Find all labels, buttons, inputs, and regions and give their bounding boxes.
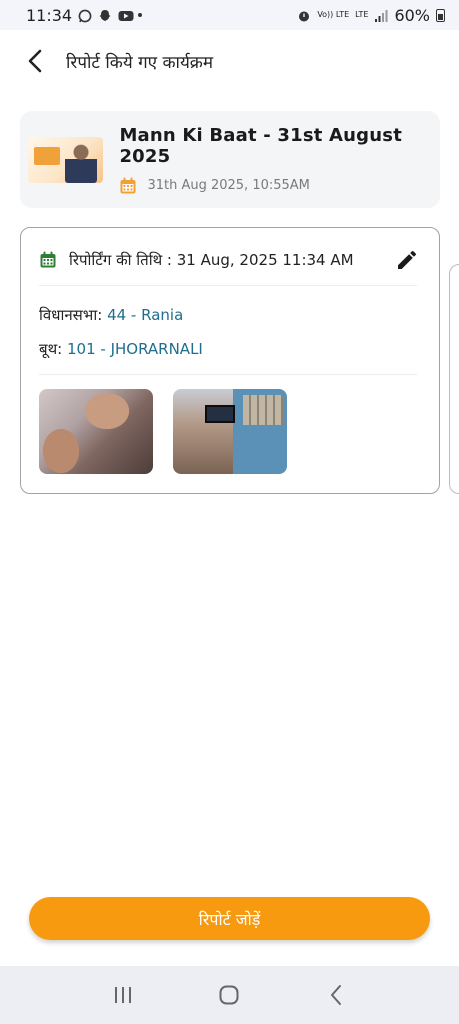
divider xyxy=(39,374,417,375)
program-thumbnail xyxy=(28,136,104,183)
report-header: रिपोर्टिंग की तिथि : 31 Aug, 2025 11:34 … xyxy=(39,248,421,272)
app-bar: रिपोर्ट किये गए कार्यक्रम xyxy=(0,30,459,92)
back-icon xyxy=(330,985,341,1005)
assembly-row: विधानसभा: 44 - Rania xyxy=(39,305,183,325)
program-title: Mann Ki Baat - 31st August 2025 xyxy=(119,124,402,167)
reporting-date: रिपोर्टिंग की तिथि : 31 Aug, 2025 11:34 … xyxy=(69,251,354,269)
back-button[interactable] xyxy=(22,47,50,75)
program-date-row: 31th Aug 2025, 10:55AM xyxy=(119,177,440,195)
status-time: 11:34 xyxy=(26,5,73,25)
home-button[interactable] xyxy=(209,975,249,1015)
status-right: Vo)) LTE LTE 60% xyxy=(297,6,445,25)
report-photo[interactable] xyxy=(39,389,153,474)
booth-value: 101 - JHORARNALI xyxy=(67,340,203,358)
battery-percent: 60% xyxy=(394,5,430,25)
status-bar: 11:34 Vo)) LTE LTE 60% xyxy=(0,0,459,30)
recent-apps-button[interactable] xyxy=(103,975,143,1015)
lte-indicator: LTE xyxy=(355,10,369,19)
thumbnail-person xyxy=(65,138,98,183)
add-report-button[interactable]: रिपोर्ट जोड़ें xyxy=(29,897,430,940)
photo-detail xyxy=(205,405,235,423)
notification-dot-icon xyxy=(138,13,143,17)
signal-icon xyxy=(374,8,388,22)
chevron-left-icon xyxy=(28,49,42,73)
status-left: 11:34 xyxy=(26,5,143,25)
whatsapp-icon xyxy=(78,8,92,23)
side-panel-peek[interactable] xyxy=(449,264,459,494)
calendar-icon xyxy=(40,251,56,268)
volte-indicator: Vo)) LTE xyxy=(317,10,350,19)
divider xyxy=(39,285,417,286)
assembly-label: विधानसभा: xyxy=(39,306,103,324)
battery-icon xyxy=(436,8,445,22)
thumbnail-logo xyxy=(34,146,60,165)
alarm-icon xyxy=(297,8,311,22)
snapchat-icon xyxy=(98,8,112,22)
calendar-icon xyxy=(120,177,136,193)
booth-label: बूथ: xyxy=(39,340,63,358)
program-card[interactable]: Mann Ki Baat - 31st August 2025 31th Aug… xyxy=(20,111,440,208)
pencil-icon xyxy=(398,251,416,269)
program-date: 31th Aug 2025, 10:55AM xyxy=(147,178,310,193)
photo-detail xyxy=(243,395,283,425)
recent-apps-icon xyxy=(115,987,132,1003)
navigation-bar xyxy=(0,966,459,1024)
home-icon xyxy=(219,985,239,1005)
report-photo[interactable] xyxy=(173,389,287,474)
youtube-icon xyxy=(118,8,134,22)
assembly-value: 44 - Rania xyxy=(107,306,184,324)
system-back-button[interactable] xyxy=(316,975,356,1015)
edit-button[interactable] xyxy=(393,246,421,274)
page-title: रिपोर्ट किये गए कार्यक्रम xyxy=(66,52,214,73)
report-card: रिपोर्टिंग की तिथि : 31 Aug, 2025 11:34 … xyxy=(20,227,440,494)
program-info: Mann Ki Baat - 31st August 2025 31th Aug… xyxy=(119,125,440,195)
booth-row: बूथ: 101 - JHORARNALI xyxy=(39,339,203,359)
